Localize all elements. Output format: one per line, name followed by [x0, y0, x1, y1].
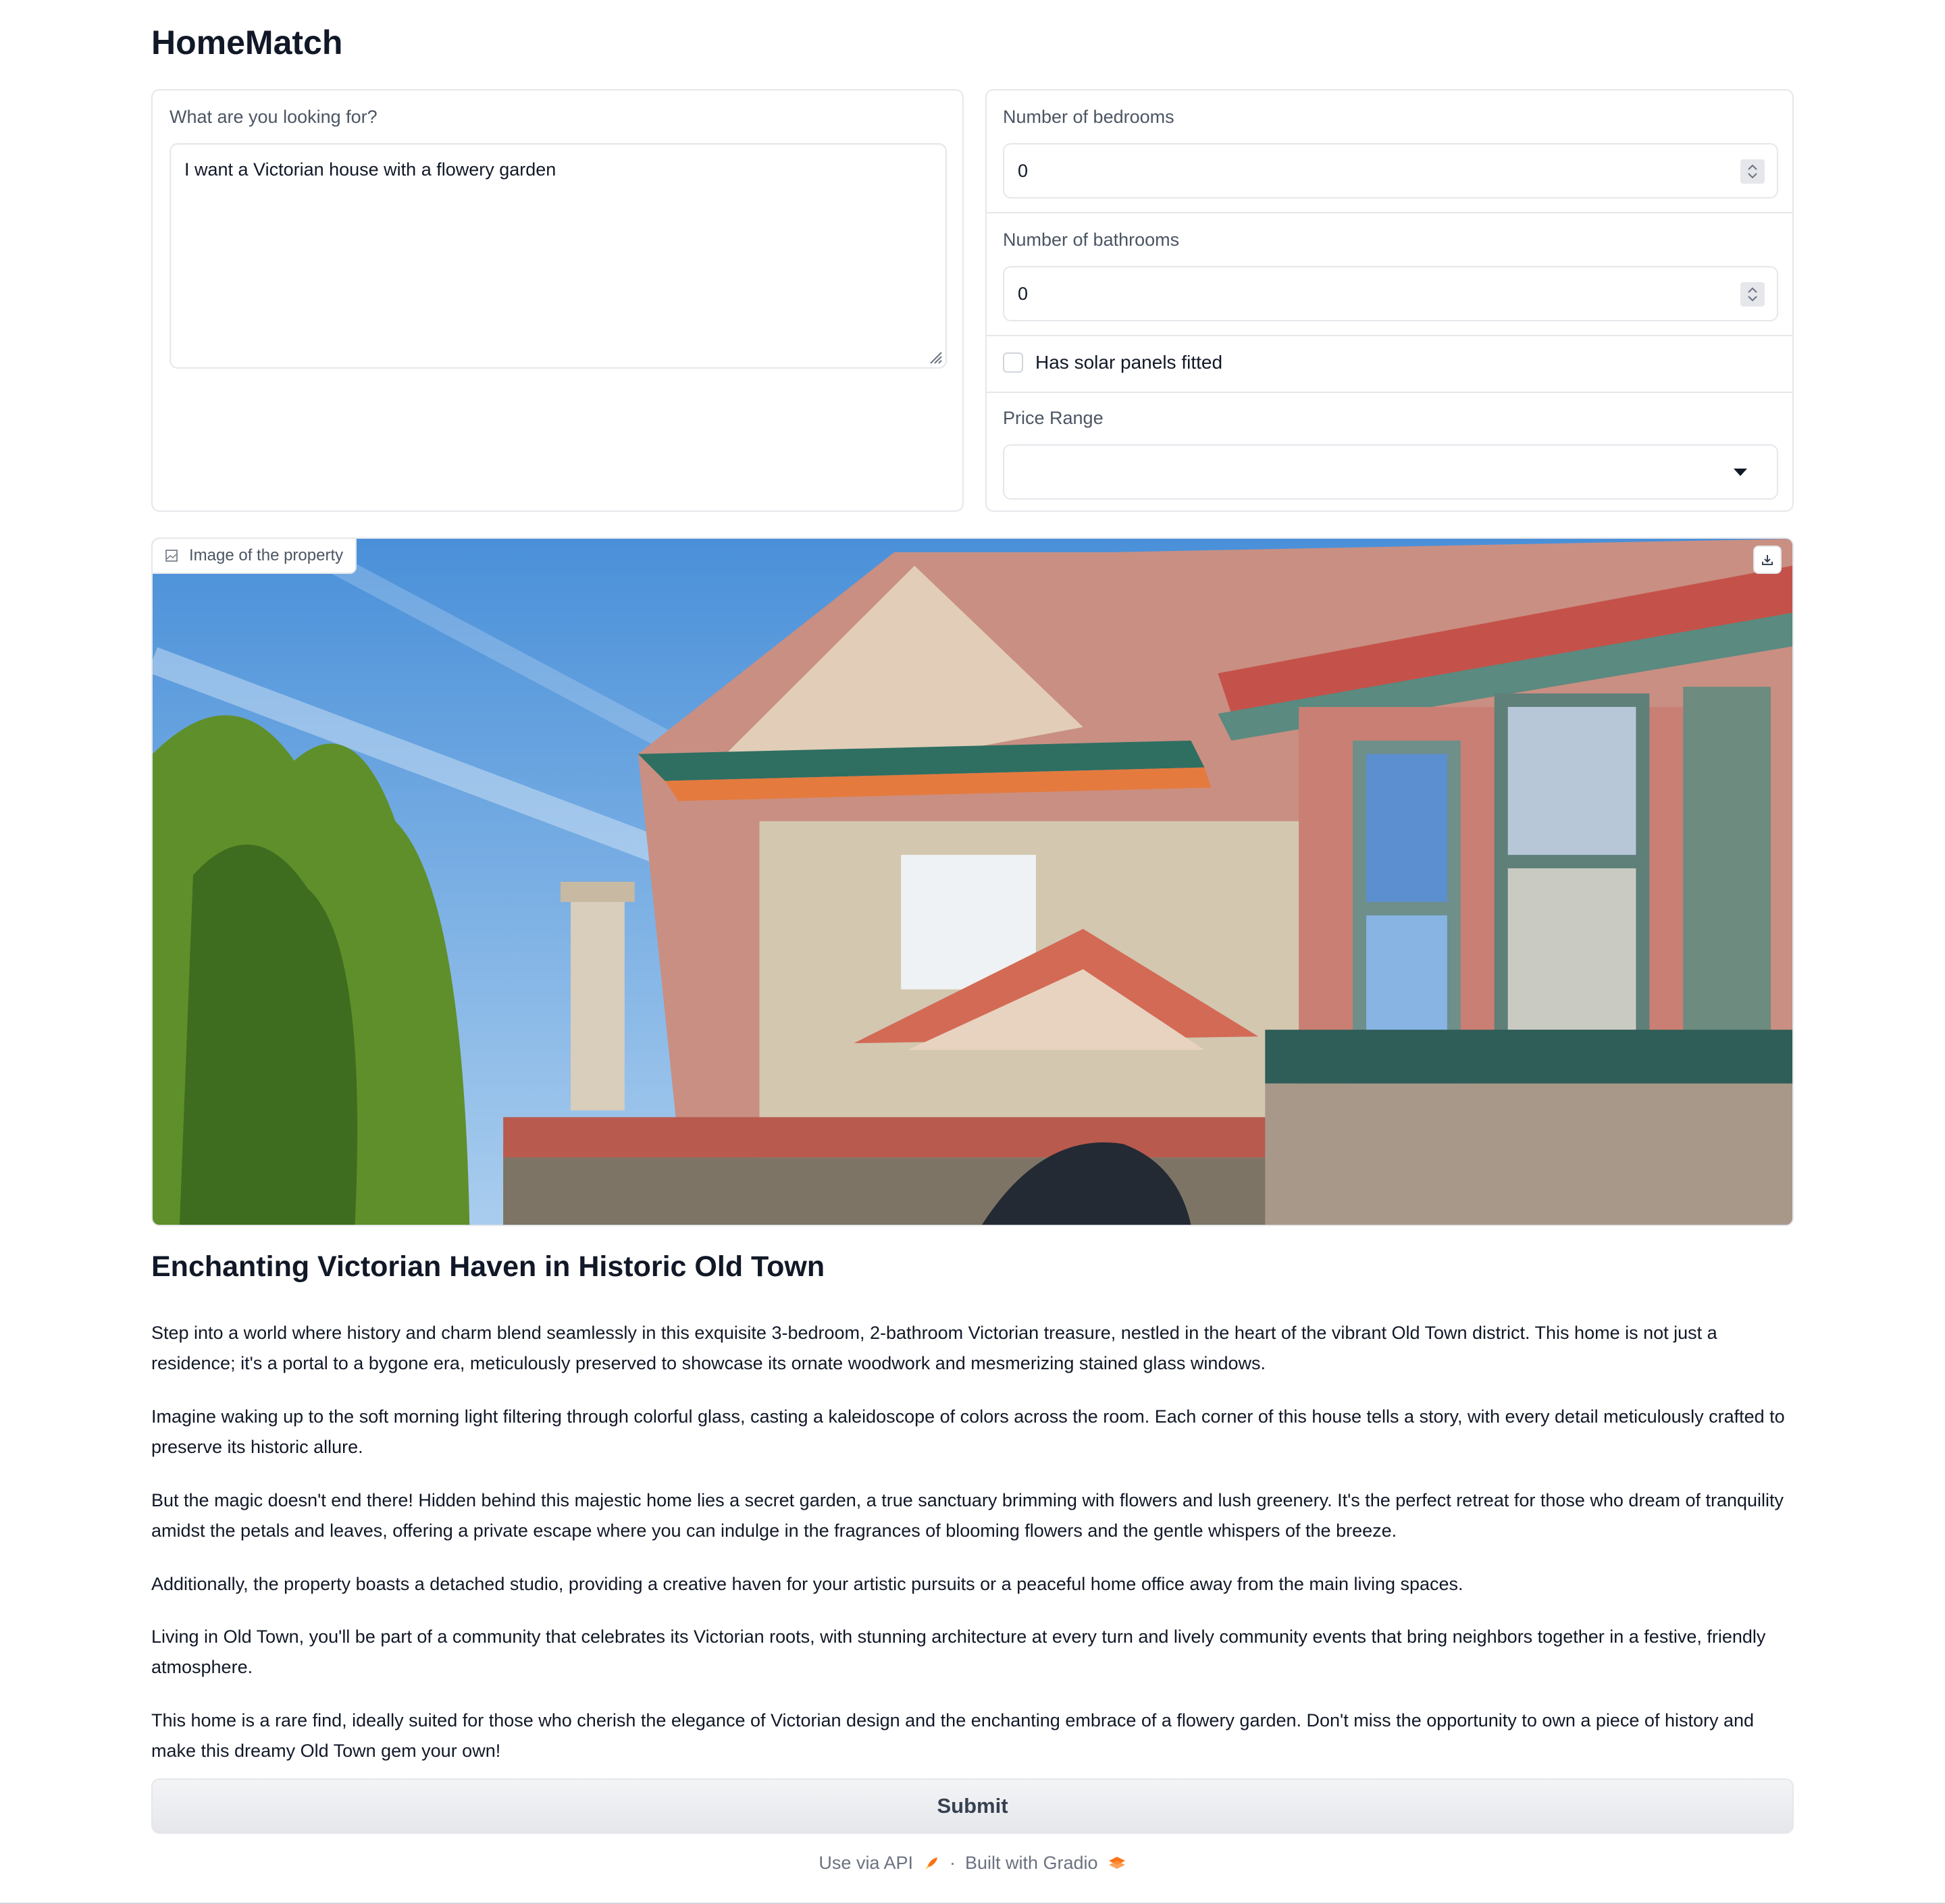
bathrooms-input[interactable]: 0	[1003, 266, 1778, 321]
rocket-icon	[925, 1857, 937, 1870]
image-label: Image of the property	[153, 539, 357, 574]
divider	[987, 392, 1792, 393]
gradio-logo-icon	[1108, 1856, 1125, 1869]
divider	[987, 212, 1792, 213]
bedrooms-input[interactable]: 0	[1003, 143, 1778, 199]
bedrooms-value: 0	[1018, 160, 1029, 181]
solar-checkbox[interactable]	[1003, 352, 1023, 373]
filters-panel: Number of bedrooms 0 Number of bathrooms…	[985, 89, 1794, 512]
listing-description: Enchanting Victorian Haven in Historic O…	[151, 1246, 1794, 1761]
image-icon	[165, 550, 178, 562]
listing-paragraph: Living in Old Town, you'll be part of a …	[151, 1627, 1766, 1677]
property-image: Image of the property	[151, 537, 1794, 1226]
listing-title: Enchanting Victorian Haven in Historic O…	[151, 1250, 825, 1283]
use-api-link[interactable]: Use via API	[819, 1853, 913, 1874]
app-title: HomeMatch	[151, 24, 343, 61]
resize-handle-icon[interactable]	[928, 350, 943, 365]
divider	[987, 335, 1792, 336]
listing-paragraph: Imagine waking up to the soft morning li…	[151, 1406, 1785, 1457]
listing-paragraph: This home is a rare find, ideally suited…	[151, 1710, 1755, 1761]
stepper-icon	[1748, 287, 1757, 302]
price-range-dropdown[interactable]	[1003, 444, 1778, 500]
bathrooms-value: 0	[1018, 283, 1029, 304]
stepper-icon	[1748, 164, 1757, 179]
query-text: I want a Victorian house with a flowery …	[184, 159, 556, 180]
listing-paragraph: Additionally, the property boasts a deta…	[151, 1574, 1463, 1594]
query-panel: What are you looking for? I want a Victo…	[151, 89, 964, 512]
built-with-gradio-link[interactable]: Built with Gradio	[965, 1853, 1098, 1874]
image-label-text: Image of the property	[189, 546, 344, 564]
bedrooms-label: Number of bedrooms	[1003, 107, 1174, 127]
footer: Use via API · Built with Gradio	[151, 1853, 1794, 1874]
download-button[interactable]	[1753, 546, 1782, 574]
footer-separator: ·	[949, 1853, 956, 1873]
property-photo	[153, 539, 1792, 1225]
query-textarea[interactable]: I want a Victorian house with a flowery …	[170, 143, 947, 369]
download-icon	[1762, 555, 1773, 565]
listing-paragraph: But the magic doesn't end there! Hidden …	[151, 1490, 1784, 1541]
bedrooms-stepper[interactable]	[1740, 159, 1765, 184]
chevron-down-icon	[1734, 469, 1747, 476]
bathrooms-stepper[interactable]	[1740, 282, 1765, 307]
listing-paragraph: Step into a world where history and char…	[151, 1323, 1717, 1373]
solar-label: Has solar panels fitted	[1035, 352, 1223, 373]
submit-button[interactable]: Submit	[151, 1778, 1794, 1834]
price-range-label: Price Range	[1003, 408, 1104, 428]
bathrooms-label: Number of bathrooms	[1003, 230, 1180, 250]
query-label: What are you looking for?	[170, 107, 378, 127]
